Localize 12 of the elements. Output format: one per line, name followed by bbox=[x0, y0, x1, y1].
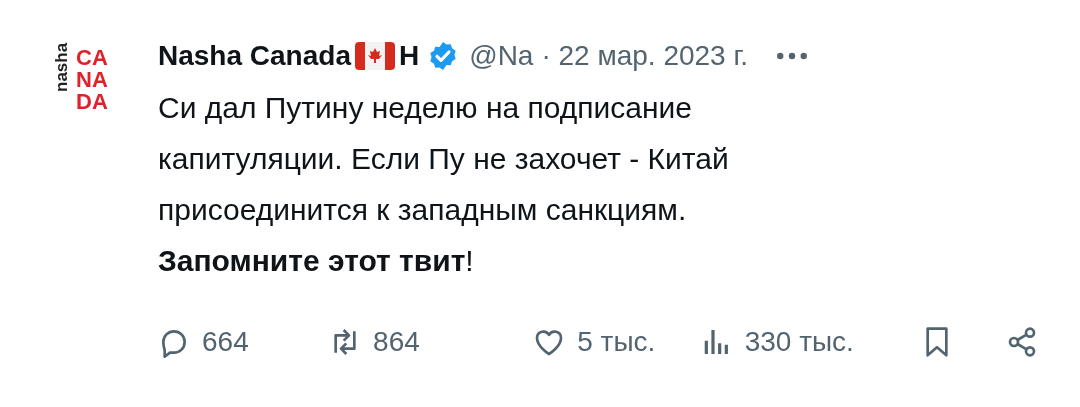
tweet-text: Си дал Путину неделю на подписание капитуляции. Если Пу не захочет - Китай присоединится к западным санкциям. Запомните этот твит! bbox=[158, 90, 730, 279]
reply-count[interactable]: 664 bbox=[202, 326, 249, 358]
author-handle[interactable]: @Na bbox=[469, 40, 534, 72]
author-name[interactable]: Nasha Canada bbox=[158, 40, 351, 72]
like-count[interactable]: 5 тыс. bbox=[577, 326, 656, 358]
more-icon[interactable] bbox=[776, 51, 809, 61]
views-count[interactable]: 330 тыс. bbox=[744, 326, 854, 358]
author-name[interactable]: H bbox=[398, 40, 420, 72]
flag-icon[interactable] bbox=[354, 42, 395, 70]
share-icon[interactable] bbox=[1006, 326, 1038, 358]
retweet-count[interactable]: 864 bbox=[373, 326, 420, 358]
tweet-date[interactable]: · 22 мар. 2023 г. bbox=[541, 40, 749, 72]
